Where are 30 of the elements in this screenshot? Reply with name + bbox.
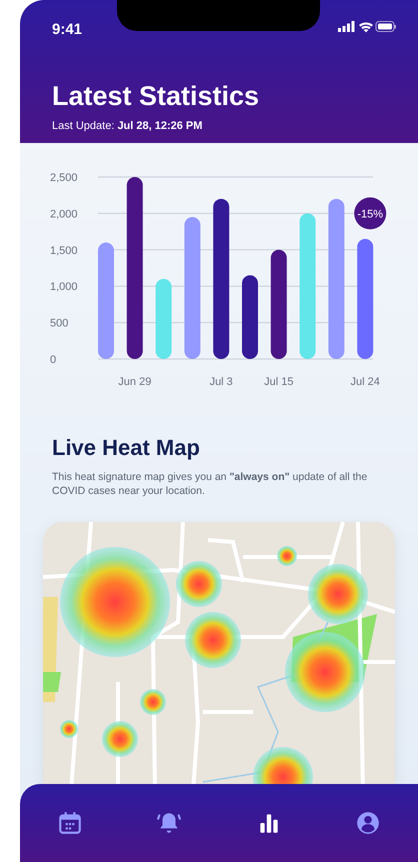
signal-icon xyxy=(338,21,354,32)
axis-label: Jul 3 xyxy=(210,376,233,388)
axis-label: 0 xyxy=(50,354,56,366)
last-update-text: Last Update: Jul 28, 12:26 PM xyxy=(52,118,204,134)
heat-spot xyxy=(185,612,241,668)
heat-spot xyxy=(140,689,166,716)
page-title: Latest Statistics xyxy=(52,82,260,112)
axis-label: Jul 24 xyxy=(350,376,380,388)
axis-label: 2,500 xyxy=(50,172,78,184)
heat-spot xyxy=(60,720,78,738)
heat-spot xyxy=(253,747,313,784)
axis-label: 1,500 xyxy=(50,244,78,257)
section-title: Live Heat Map xyxy=(52,434,201,462)
axis-label: 2,000 xyxy=(50,208,78,220)
change-badge: -15% xyxy=(354,197,386,230)
calendar-icon xyxy=(56,810,83,836)
heat-spot xyxy=(176,561,222,608)
heat-spot xyxy=(277,546,297,566)
axis-label: 1,000 xyxy=(50,281,78,294)
heat-spot xyxy=(308,564,368,624)
axis-label: 500 xyxy=(50,318,68,330)
profile-icon xyxy=(355,810,382,836)
heat-spot xyxy=(102,721,138,758)
wifi-icon xyxy=(359,22,373,32)
annotation: -15% xyxy=(357,208,384,220)
section-description: This heat signature map gives you an "always on" update of all the COVID cases near your location. xyxy=(52,470,368,498)
battery-icon xyxy=(376,21,396,32)
axis-label: Jul 15 xyxy=(264,376,294,388)
axis-label: Jun 29 xyxy=(118,376,152,388)
status-time: 9:41 xyxy=(52,21,82,38)
